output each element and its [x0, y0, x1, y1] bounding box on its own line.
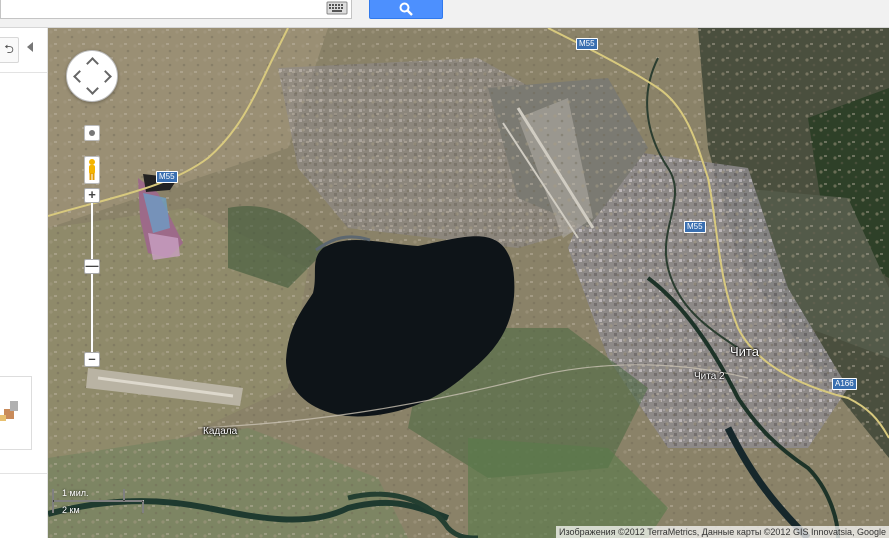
keyboard-icon[interactable]: [325, 0, 349, 16]
place-label: Кадала: [203, 426, 238, 437]
location-button[interactable]: [84, 125, 100, 141]
place-label: Чита: [730, 344, 759, 359]
search-button[interactable]: [369, 0, 443, 19]
pan-down-arrow[interactable]: [86, 82, 99, 95]
zoom-slider-track[interactable]: [91, 200, 93, 358]
layer-thumbnail[interactable]: [0, 376, 32, 450]
road-label: M55: [156, 171, 178, 183]
map-attribution: Изображения ©2012 TerraMetrics, Данные к…: [556, 526, 889, 538]
pan-up-arrow[interactable]: [86, 57, 99, 70]
link-button[interactable]: ⮌: [0, 37, 19, 63]
scale-miles-label: 1 мил.: [62, 488, 89, 498]
satellite-map[interactable]: + — – M55 M55 M55 A166 Чита Чита 2 Кадал…: [48, 28, 889, 538]
pegman-icon[interactable]: [84, 156, 100, 184]
pan-left-arrow[interactable]: [73, 70, 86, 83]
scale-bar: 1 мил. 2 км: [52, 487, 152, 515]
pan-right-arrow[interactable]: [99, 70, 112, 83]
collapse-arrow-icon[interactable]: [27, 42, 33, 52]
top-search-bar: [0, 0, 889, 28]
left-panel: ⮌: [0, 28, 48, 538]
place-label: Чита 2: [694, 371, 725, 382]
satellite-imagery: [48, 28, 889, 538]
zoom-slider-handle[interactable]: —: [84, 259, 100, 274]
scale-km-label: 2 км: [62, 505, 80, 515]
pan-control-icon[interactable]: [66, 50, 118, 102]
road-label: A166: [832, 378, 857, 390]
search-input[interactable]: [0, 0, 352, 19]
building-icon: [0, 401, 18, 421]
divider: [0, 473, 48, 474]
search-icon: [399, 2, 413, 16]
zoom-out-button[interactable]: –: [84, 352, 100, 367]
divider: [0, 72, 48, 73]
zoom-in-button[interactable]: +: [84, 188, 100, 203]
link-icon: ⮌: [4, 41, 14, 56]
road-label: M55: [684, 221, 706, 233]
road-label: M55: [576, 38, 598, 50]
